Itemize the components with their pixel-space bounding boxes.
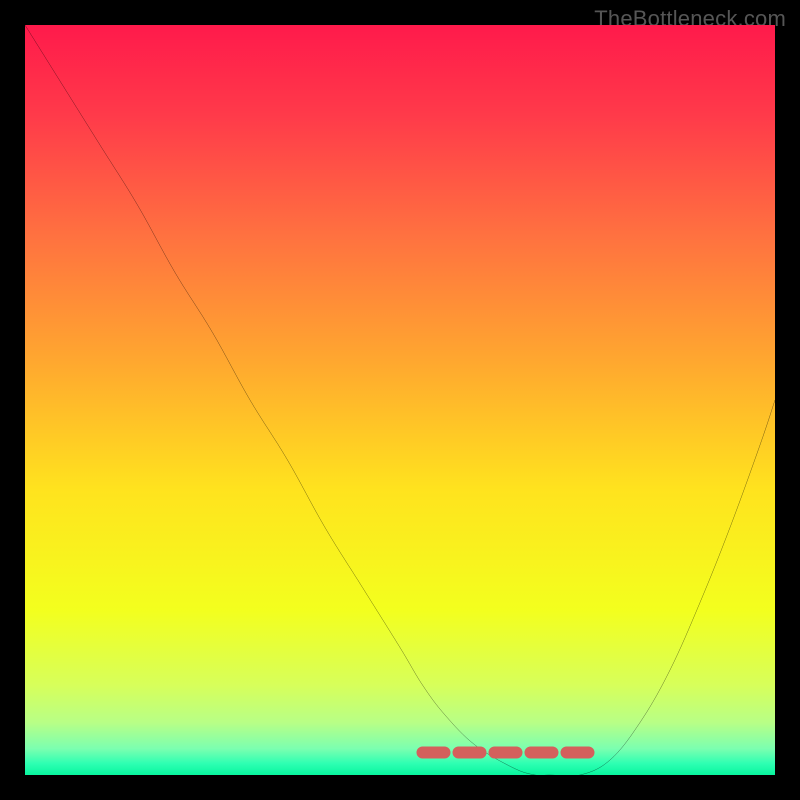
gradient-background <box>25 25 775 775</box>
chart-stage: TheBottleneck.com <box>0 0 800 800</box>
bottleneck-chart <box>25 25 775 775</box>
